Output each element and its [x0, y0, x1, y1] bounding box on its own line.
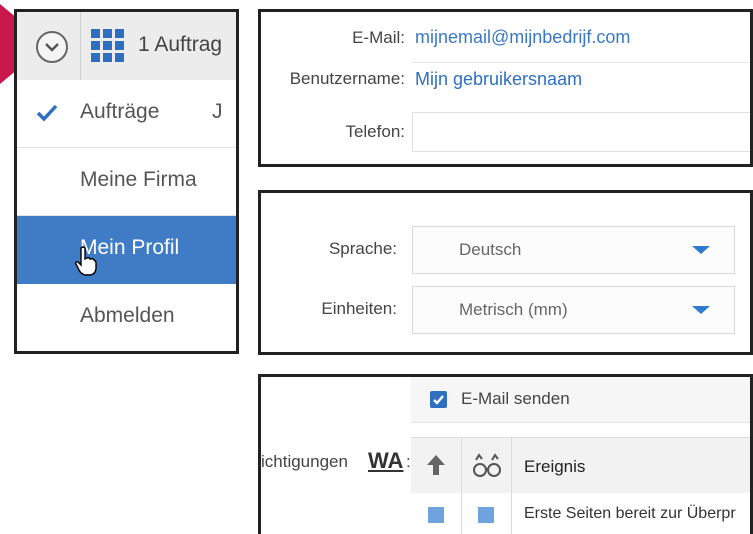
checkmark-icon	[36, 104, 58, 122]
language-select-value: Deutsch	[459, 240, 522, 259]
send-email-label: E-Mail senden	[461, 389, 570, 408]
username-value: Mijn gebruikersnaam	[415, 69, 583, 89]
email-value[interactable]: mijnemail@mijnbedrijf.com	[415, 27, 630, 48]
send-email-row: E-Mail senden	[411, 377, 750, 423]
profile-panel: E-Mail: mijnemail@mijnbedrijf.com Benutz…	[258, 9, 753, 167]
menu-item-label: Meine Firma	[80, 168, 197, 191]
chevron-down-icon	[692, 306, 710, 314]
units-select-value: Metrisch (mm)	[459, 300, 568, 319]
user-menu-panel: 1 Auftrag Aufträge J Meine Firma Mein Pr…	[14, 9, 239, 354]
menu-item-abmelden[interactable]: Abmelden	[17, 284, 236, 351]
chevron-down-circle-icon[interactable]	[35, 30, 69, 64]
chevron-down-icon	[692, 246, 710, 254]
phone-field[interactable]	[412, 112, 750, 152]
language-select[interactable]: Deutsch	[412, 226, 735, 274]
divider	[80, 12, 81, 80]
menu-item-shortcut: J	[212, 100, 223, 123]
notifications-panel: E-Mail senden ichtigungen WA : Ereignis …	[258, 374, 753, 534]
units-select[interactable]: Metrisch (mm)	[412, 286, 735, 334]
review-column-header[interactable]	[461, 438, 512, 493]
phone-label: Telefon:	[345, 122, 405, 141]
event-column-header[interactable]: Ereignis	[524, 457, 585, 477]
table-row: Erste Seiten bereit zur Überpr	[411, 493, 750, 534]
menu-header-bar: 1 Auftrag	[17, 12, 236, 81]
email-label: E-Mail:	[352, 28, 405, 47]
menu-item-auftraege[interactable]: Aufträge J	[17, 80, 236, 148]
arrow-up-icon	[427, 455, 445, 475]
review-checkbox[interactable]	[478, 507, 494, 523]
username-label: Benutzername:	[289, 69, 405, 88]
hand-cursor-icon	[75, 246, 97, 276]
notifications-label: ichtigungen	[261, 452, 348, 471]
orders-count-label[interactable]: 1 Auftrag	[138, 33, 222, 57]
table-cell	[461, 493, 512, 534]
event-name: Erste Seiten bereit zur Überpr	[524, 505, 736, 522]
language-label: Sprache:	[328, 239, 397, 258]
notify-checkbox[interactable]	[428, 507, 444, 523]
menu-item-label: Aufträge	[80, 100, 160, 123]
menu-item-meine-firma[interactable]: Meine Firma	[17, 148, 236, 216]
menu-item-mein-profil[interactable]: Mein Profil	[17, 216, 236, 284]
units-label: Einheiten:	[321, 299, 397, 318]
table-header: Ereignis	[411, 437, 750, 494]
grid-icon[interactable]	[91, 29, 124, 62]
wa-label: WA	[368, 448, 404, 473]
table-cell	[411, 493, 462, 534]
menu-item-label: Abmelden	[80, 304, 175, 327]
preferences-panel: Sprache: Deutsch Einheiten: Metrisch (mm…	[258, 190, 753, 355]
glasses-icon	[473, 453, 501, 477]
username-field[interactable]: Mijn gebruikersnaam	[412, 62, 750, 97]
sort-column-header[interactable]	[411, 438, 462, 493]
send-email-checkbox[interactable]	[430, 391, 447, 408]
